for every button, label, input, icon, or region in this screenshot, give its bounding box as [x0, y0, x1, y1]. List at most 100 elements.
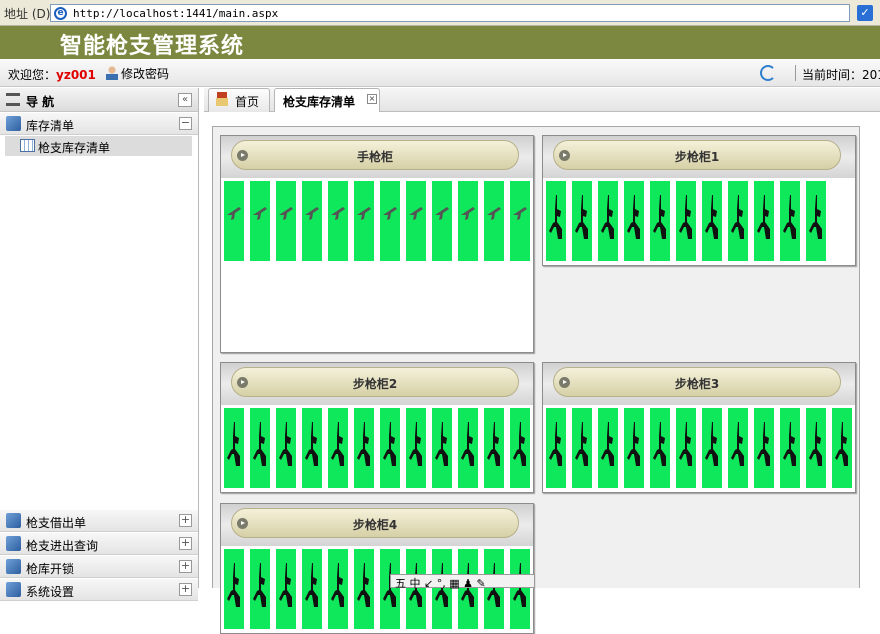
- rifle-slot[interactable]: [328, 408, 348, 488]
- rifle-slot[interactable]: [224, 408, 244, 488]
- rifle-slot[interactable]: [780, 181, 800, 261]
- rifle-slot[interactable]: [676, 408, 696, 488]
- nav-list-icon: [6, 93, 20, 106]
- sidebar-group-settings[interactable]: 系统设置 +: [0, 579, 198, 601]
- cabinet-title-bar[interactable]: 步枪柜4: [231, 508, 519, 538]
- url-input[interactable]: e http://localhost:1441/main.aspx: [50, 4, 850, 22]
- rifle-slot[interactable]: [510, 408, 530, 488]
- pistol-slot[interactable]: [484, 181, 504, 261]
- sidebar-group-inventory[interactable]: 库存清单 −: [0, 113, 198, 135]
- rifle-slot[interactable]: [598, 408, 618, 488]
- tab-home[interactable]: 首页: [208, 88, 270, 112]
- expand-icon[interactable]: +: [179, 560, 192, 573]
- rifle-slot[interactable]: [354, 408, 374, 488]
- rifle-slot[interactable]: [780, 408, 800, 488]
- empty-slot[interactable]: [354, 267, 374, 347]
- pistol-slot[interactable]: [380, 181, 400, 261]
- empty-slot[interactable]: [432, 267, 452, 347]
- rifle-slot[interactable]: [754, 408, 774, 488]
- rifle-slot[interactable]: [572, 181, 592, 261]
- go-icon[interactable]: ✓: [857, 5, 873, 21]
- ime-toolbar[interactable]: 五 中 ↙ °, ▦ ♟ ✎: [390, 574, 535, 590]
- sidebar-group-unlock[interactable]: 枪库开锁 +: [0, 556, 198, 578]
- collapse-icon[interactable]: −: [179, 117, 192, 130]
- rifle-slot[interactable]: [484, 408, 504, 488]
- rifle-slot[interactable]: [702, 408, 722, 488]
- empty-slot[interactable]: [484, 267, 504, 347]
- pistol-slot[interactable]: [354, 181, 374, 261]
- pistol-slot[interactable]: [328, 181, 348, 261]
- rifle-slot[interactable]: [250, 549, 270, 629]
- rifle-slot[interactable]: [572, 408, 592, 488]
- tab-gun-inventory[interactable]: 枪支库存清单 ×: [274, 88, 380, 113]
- pistol-slot[interactable]: [276, 181, 296, 261]
- rifle-slot[interactable]: [650, 181, 670, 261]
- rifle-slot[interactable]: [484, 549, 504, 629]
- empty-slot[interactable]: [406, 267, 426, 347]
- rifle-slot[interactable]: [432, 408, 452, 488]
- pistol-slot[interactable]: [406, 181, 426, 261]
- sidebar-group-query[interactable]: 枪支进出查询 +: [0, 533, 198, 555]
- empty-slot[interactable]: [510, 267, 530, 347]
- rifle-slot[interactable]: [728, 181, 748, 261]
- rifle-slot[interactable]: [546, 408, 566, 488]
- rifle-slot[interactable]: [250, 408, 270, 488]
- rifle-icon: [357, 422, 370, 466]
- rifle-slot[interactable]: [676, 181, 696, 261]
- empty-slot[interactable]: [224, 267, 244, 347]
- expand-icon[interactable]: +: [179, 583, 192, 596]
- rifle-slot[interactable]: [302, 408, 322, 488]
- empty-slot[interactable]: [458, 267, 478, 347]
- empty-slot[interactable]: [380, 267, 400, 347]
- rifle-slot[interactable]: [406, 408, 426, 488]
- rifle-slot[interactable]: [806, 408, 826, 488]
- sidebar-group-label: 枪支借出单: [26, 516, 87, 530]
- rifle-slot[interactable]: [806, 181, 826, 261]
- rifle-slot[interactable]: [754, 181, 774, 261]
- rifle-slot[interactable]: [546, 181, 566, 261]
- rifle-icon: [809, 422, 822, 466]
- refresh-icon[interactable]: [760, 65, 776, 81]
- cabinet-title-bar[interactable]: 步枪柜1: [553, 140, 841, 170]
- ie-icon: e: [54, 7, 67, 20]
- rifle-slot[interactable]: [224, 549, 244, 629]
- change-password-link[interactable]: 修改密码: [106, 65, 169, 82]
- empty-slot[interactable]: [302, 267, 322, 347]
- rifle-icon: [487, 422, 500, 466]
- pistol-slot[interactable]: [224, 181, 244, 261]
- rifle-slot[interactable]: [650, 408, 670, 488]
- collapse-sidebar-button[interactable]: «: [178, 93, 192, 107]
- pistol-slot[interactable]: [458, 181, 478, 261]
- cabinet-title-bar[interactable]: 手枪柜: [231, 140, 519, 170]
- empty-slot[interactable]: [250, 267, 270, 347]
- rifle-slot[interactable]: [458, 408, 478, 488]
- rifle-slot[interactable]: [328, 549, 348, 629]
- rifle-slot[interactable]: [276, 549, 296, 629]
- pistol-slot[interactable]: [510, 181, 530, 261]
- empty-slot[interactable]: [276, 267, 296, 347]
- sidebar-item-gun-inventory[interactable]: 枪支库存清单: [5, 136, 192, 156]
- sidebar-group-lending[interactable]: 枪支借出单 +: [0, 510, 198, 532]
- cabinet-title-bar[interactable]: 步枪柜2: [231, 367, 519, 397]
- empty-slot[interactable]: [832, 181, 852, 261]
- cabinet-name: 步枪柜1: [674, 150, 720, 164]
- pistol-slot[interactable]: [302, 181, 322, 261]
- rifle-slot[interactable]: [624, 408, 644, 488]
- expand-icon[interactable]: +: [179, 537, 192, 550]
- close-tab-icon[interactable]: ×: [367, 94, 377, 104]
- expand-icon[interactable]: +: [179, 514, 192, 527]
- rifle-slot[interactable]: [302, 549, 322, 629]
- empty-slot[interactable]: [328, 267, 348, 347]
- pistol-slot[interactable]: [250, 181, 270, 261]
- rifle-slot[interactable]: [380, 408, 400, 488]
- cabinet-title-bar[interactable]: 步枪柜3: [553, 367, 841, 397]
- rifle-slot[interactable]: [276, 408, 296, 488]
- rifle-slot[interactable]: [510, 549, 530, 629]
- rifle-slot[interactable]: [354, 549, 374, 629]
- rifle-slot[interactable]: [832, 408, 852, 488]
- pistol-slot[interactable]: [432, 181, 452, 261]
- rifle-slot[interactable]: [624, 181, 644, 261]
- rifle-slot[interactable]: [702, 181, 722, 261]
- rifle-slot[interactable]: [598, 181, 618, 261]
- rifle-slot[interactable]: [728, 408, 748, 488]
